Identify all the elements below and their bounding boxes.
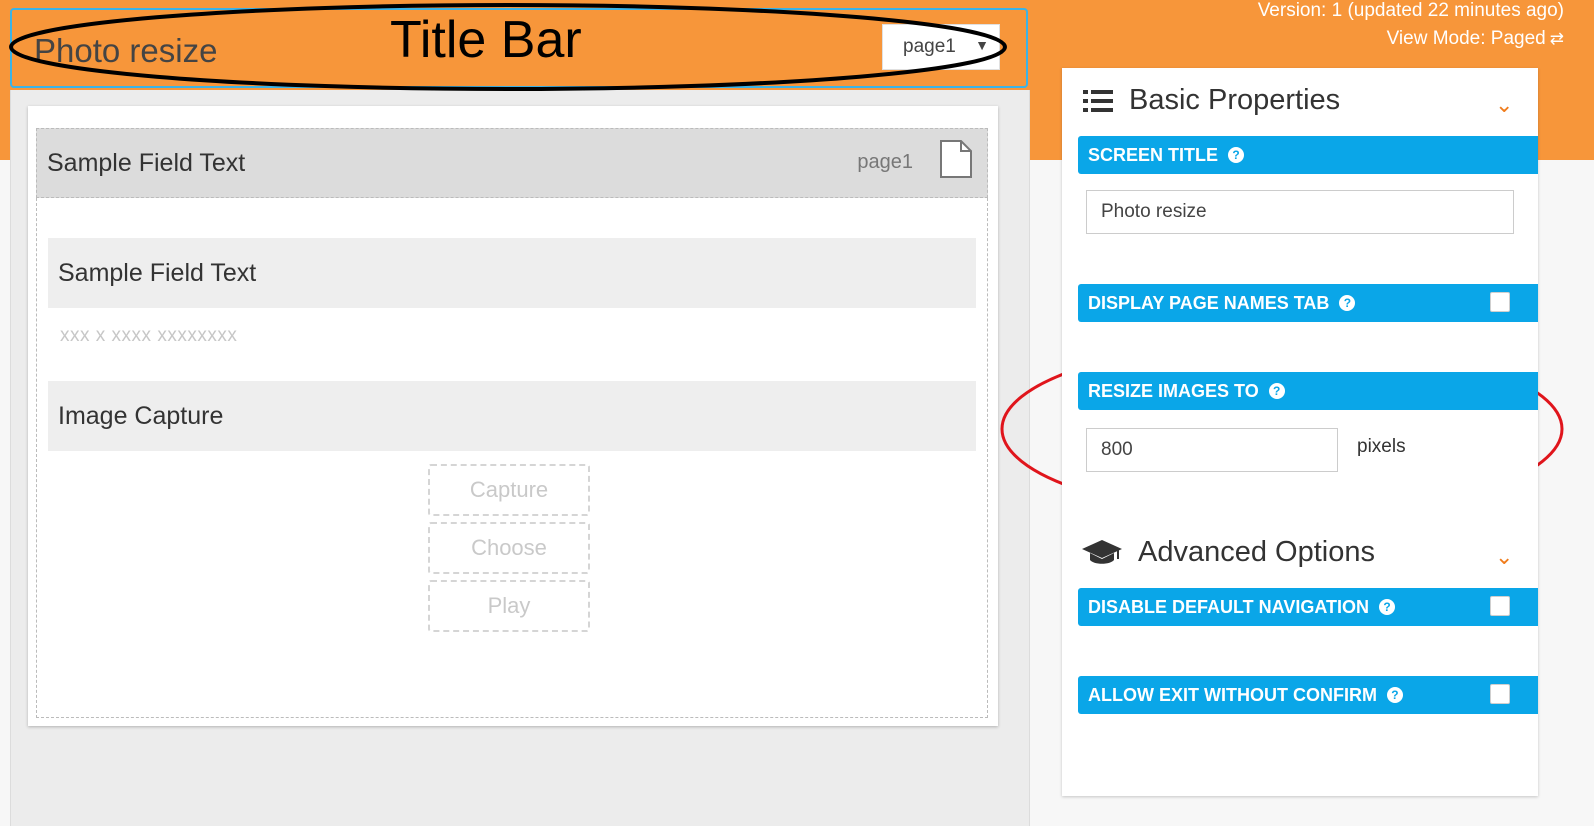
help-icon[interactable]: ? — [1386, 687, 1403, 703]
document-icon[interactable] — [939, 139, 973, 179]
disable-navigation-checkbox[interactable] — [1490, 596, 1510, 616]
field-label: Image Capture — [58, 402, 224, 430]
dropdown-caret-icon: ▼ — [975, 37, 989, 53]
chevron-down-icon[interactable]: ⌄ — [1495, 92, 1513, 118]
help-icon[interactable]: ? — [1379, 599, 1395, 615]
screen-title-header: SCREEN TITLE? — [1078, 136, 1538, 174]
display-page-names-checkbox[interactable] — [1490, 292, 1510, 312]
view-mode-label: View Mode: Paged — [1386, 28, 1546, 49]
page-select-value: page1 — [903, 36, 956, 57]
play-button[interactable]: Play — [428, 580, 590, 632]
pixels-unit-label: pixels — [1357, 436, 1406, 457]
page-name: page1 — [857, 151, 913, 173]
help-icon[interactable]: ? — [1339, 295, 1356, 311]
page-select[interactable]: page1 ▼ — [882, 24, 1000, 70]
resize-images-label: RESIZE IMAGES TO — [1088, 381, 1259, 401]
allow-exit-header: ALLOW EXIT WITHOUT CONFIRM? — [1078, 676, 1538, 714]
page-header-label: Sample Field Text — [47, 149, 246, 177]
screen-title-label: SCREEN TITLE — [1088, 145, 1219, 165]
display-page-names-label: DISPLAY PAGE NAMES TAB — [1088, 293, 1330, 313]
screen-title: Photo resize — [34, 32, 218, 69]
version-info: Version: 1 (updated 22 minutes ago) — [1257, 0, 1564, 21]
disable-navigation-header: DISABLE DEFAULT NAVIGATION? — [1078, 588, 1538, 626]
capture-button[interactable]: Capture — [428, 464, 590, 516]
page-header[interactable]: Sample Field Text page1 — [36, 128, 988, 198]
list-icon — [1083, 90, 1113, 112]
advanced-options-title: Advanced Options — [1138, 536, 1375, 568]
swap-icon[interactable]: ⇄ — [1550, 29, 1564, 48]
title-bar-annotation: Title Bar — [390, 11, 582, 69]
field-sample-text[interactable]: Sample Field Text — [48, 238, 976, 308]
help-icon[interactable]: ? — [1228, 147, 1245, 163]
display-page-names-header: DISPLAY PAGE NAMES TAB? — [1078, 284, 1538, 322]
graduation-cap-icon — [1082, 540, 1122, 564]
disable-navigation-label: DISABLE DEFAULT NAVIGATION — [1088, 597, 1369, 617]
help-icon[interactable]: ? — [1268, 383, 1285, 399]
choose-button[interactable]: Choose — [428, 522, 590, 574]
chevron-down-icon[interactable]: ⌄ — [1495, 544, 1513, 570]
field-label: Sample Field Text — [58, 259, 257, 287]
allow-exit-checkbox[interactable] — [1490, 684, 1510, 704]
field-placeholder: xxx x xxxx xxxxxxxx — [60, 325, 238, 346]
resize-images-input[interactable] — [1086, 428, 1338, 472]
screen-title-input[interactable] — [1086, 190, 1514, 234]
resize-images-header: RESIZE IMAGES TO? — [1078, 372, 1538, 410]
field-image-capture[interactable]: Image Capture — [48, 381, 976, 451]
basic-properties-title: Basic Properties — [1129, 84, 1341, 116]
view-mode-toggle[interactable]: View Mode: Paged ⇄ — [1387, 28, 1564, 50]
allow-exit-label: ALLOW EXIT WITHOUT CONFIRM — [1088, 685, 1377, 705]
